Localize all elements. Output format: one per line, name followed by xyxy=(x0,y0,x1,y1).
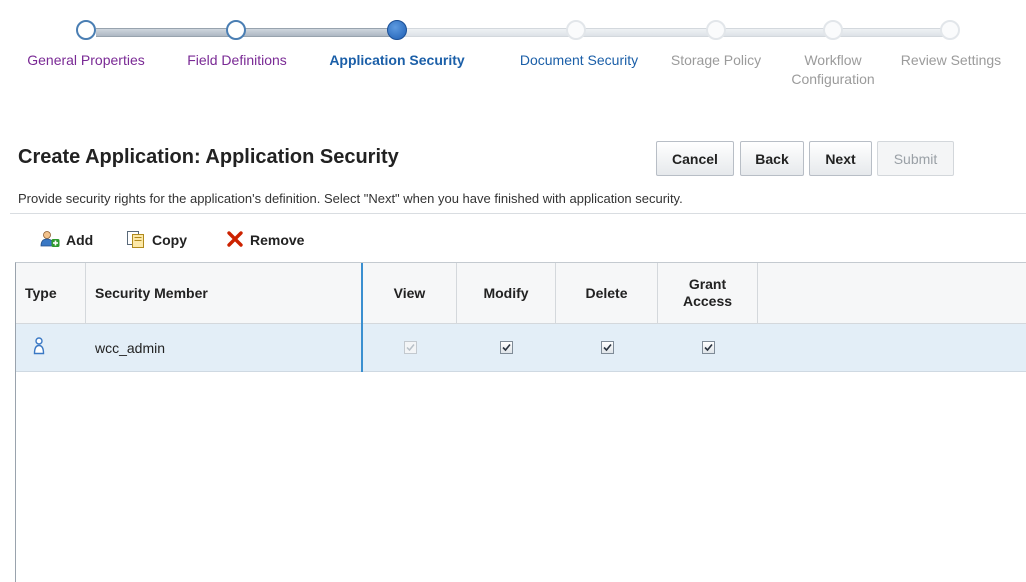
train-label-general-properties[interactable]: General Properties xyxy=(10,51,162,70)
train-label-workflow-line1: Workflow xyxy=(804,52,862,68)
train-label-field-definitions[interactable]: Field Definitions xyxy=(172,51,302,70)
modify-checkbox[interactable] xyxy=(500,341,513,354)
type-cell xyxy=(16,324,61,371)
instruction-text: Provide security rights for the applicat… xyxy=(18,191,683,206)
add-button[interactable]: Add xyxy=(40,228,93,252)
back-button[interactable]: Back xyxy=(740,141,804,176)
column-header-modify[interactable]: Modify xyxy=(457,263,556,323)
delete-cell xyxy=(556,324,658,371)
train-label-application-security: Application Security xyxy=(329,52,465,68)
remove-x-icon xyxy=(226,230,250,251)
add-label: Add xyxy=(66,232,94,248)
next-button[interactable]: Next xyxy=(809,141,872,176)
train-stop-workflow-configuration xyxy=(823,20,843,40)
security-member-cell: wcc_admin xyxy=(95,339,166,356)
delete-checkbox[interactable] xyxy=(600,341,614,354)
divider xyxy=(10,213,1026,214)
train-stop-review-settings xyxy=(940,20,960,40)
train-label-workflow-line2: Configuration xyxy=(791,71,875,87)
train-track-remaining xyxy=(396,28,956,37)
column-header-type[interactable]: Type xyxy=(16,263,86,323)
remove-label: Remove xyxy=(250,232,305,248)
grant-access-checkbox[interactable] xyxy=(701,341,715,354)
column-header-view[interactable]: View xyxy=(363,263,457,323)
table-row[interactable]: wcc_admin xyxy=(16,324,1026,372)
train-label-review-settings: Review Settings xyxy=(900,52,1002,68)
cancel-button[interactable]: Cancel xyxy=(656,141,734,176)
grant-access-cell xyxy=(658,324,758,371)
table-header: Type Security Member View Modify Delete … xyxy=(16,263,1026,324)
modify-cell xyxy=(457,324,556,371)
user-icon xyxy=(33,337,45,358)
view-cell xyxy=(363,324,457,371)
add-user-icon xyxy=(40,230,66,251)
train-stop-general-properties[interactable] xyxy=(76,20,96,40)
grant-header-line1: Grant xyxy=(688,276,727,292)
column-split-divider[interactable] xyxy=(361,263,363,372)
remove-button[interactable]: Remove xyxy=(226,228,304,252)
page-title: Create Application: Application Security xyxy=(18,146,399,168)
process-train: General Properties Field Definitions App… xyxy=(0,0,1026,110)
grant-access-header-text: Grant Access xyxy=(683,276,732,310)
security-table: Type Security Member View Modify Delete … xyxy=(15,262,1026,582)
submit-button: Submit xyxy=(877,141,954,176)
view-checkbox xyxy=(403,341,417,354)
grant-header-line2: Access xyxy=(682,293,733,309)
column-header-grant-access[interactable]: Grant Access xyxy=(658,263,758,323)
copy-label: Copy xyxy=(152,232,187,248)
train-stop-field-definitions[interactable] xyxy=(226,20,246,40)
copy-button[interactable]: Copy xyxy=(126,228,187,252)
train-label-document-security[interactable]: Document Security xyxy=(506,51,652,70)
column-header-security-member[interactable]: Security Member xyxy=(86,263,362,323)
train-label-workflow-configuration: Workflow Configuration xyxy=(773,51,893,89)
copy-icon xyxy=(126,230,152,251)
train-stop-document-security[interactable] xyxy=(566,20,586,40)
column-header-delete[interactable]: Delete xyxy=(556,263,658,323)
train-stop-application-security xyxy=(387,20,407,40)
train-track-completed xyxy=(96,28,396,37)
train-stop-storage-policy xyxy=(706,20,726,40)
train-label-storage-policy: Storage Policy xyxy=(670,52,762,68)
